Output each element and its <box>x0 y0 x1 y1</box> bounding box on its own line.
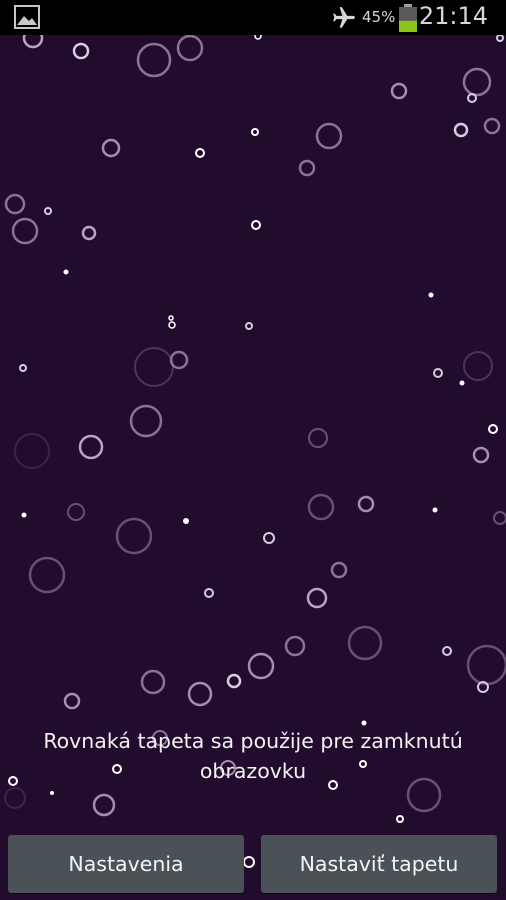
set-wallpaper-button[interactable]: Nastaviť tapetu <box>261 835 497 893</box>
bubble <box>183 518 189 524</box>
clock: 21:14 <box>418 2 488 30</box>
bubble <box>428 292 434 298</box>
airplane-icon <box>333 7 355 28</box>
lockscreen-notice: Rovnaká tapeta sa použije pre zamknutú o… <box>43 729 463 783</box>
bubble <box>432 507 438 513</box>
battery-percent: 45% <box>362 8 396 26</box>
bubble <box>459 380 465 386</box>
image-icon <box>14 5 40 29</box>
bubble <box>63 269 69 275</box>
status-bar: 45% 21:14 <box>0 0 506 35</box>
bubble <box>50 791 54 795</box>
bubble <box>361 720 367 726</box>
bubble <box>21 512 27 518</box>
battery-icon <box>399 4 417 32</box>
settings-button[interactable]: Nastavenia <box>8 835 244 893</box>
